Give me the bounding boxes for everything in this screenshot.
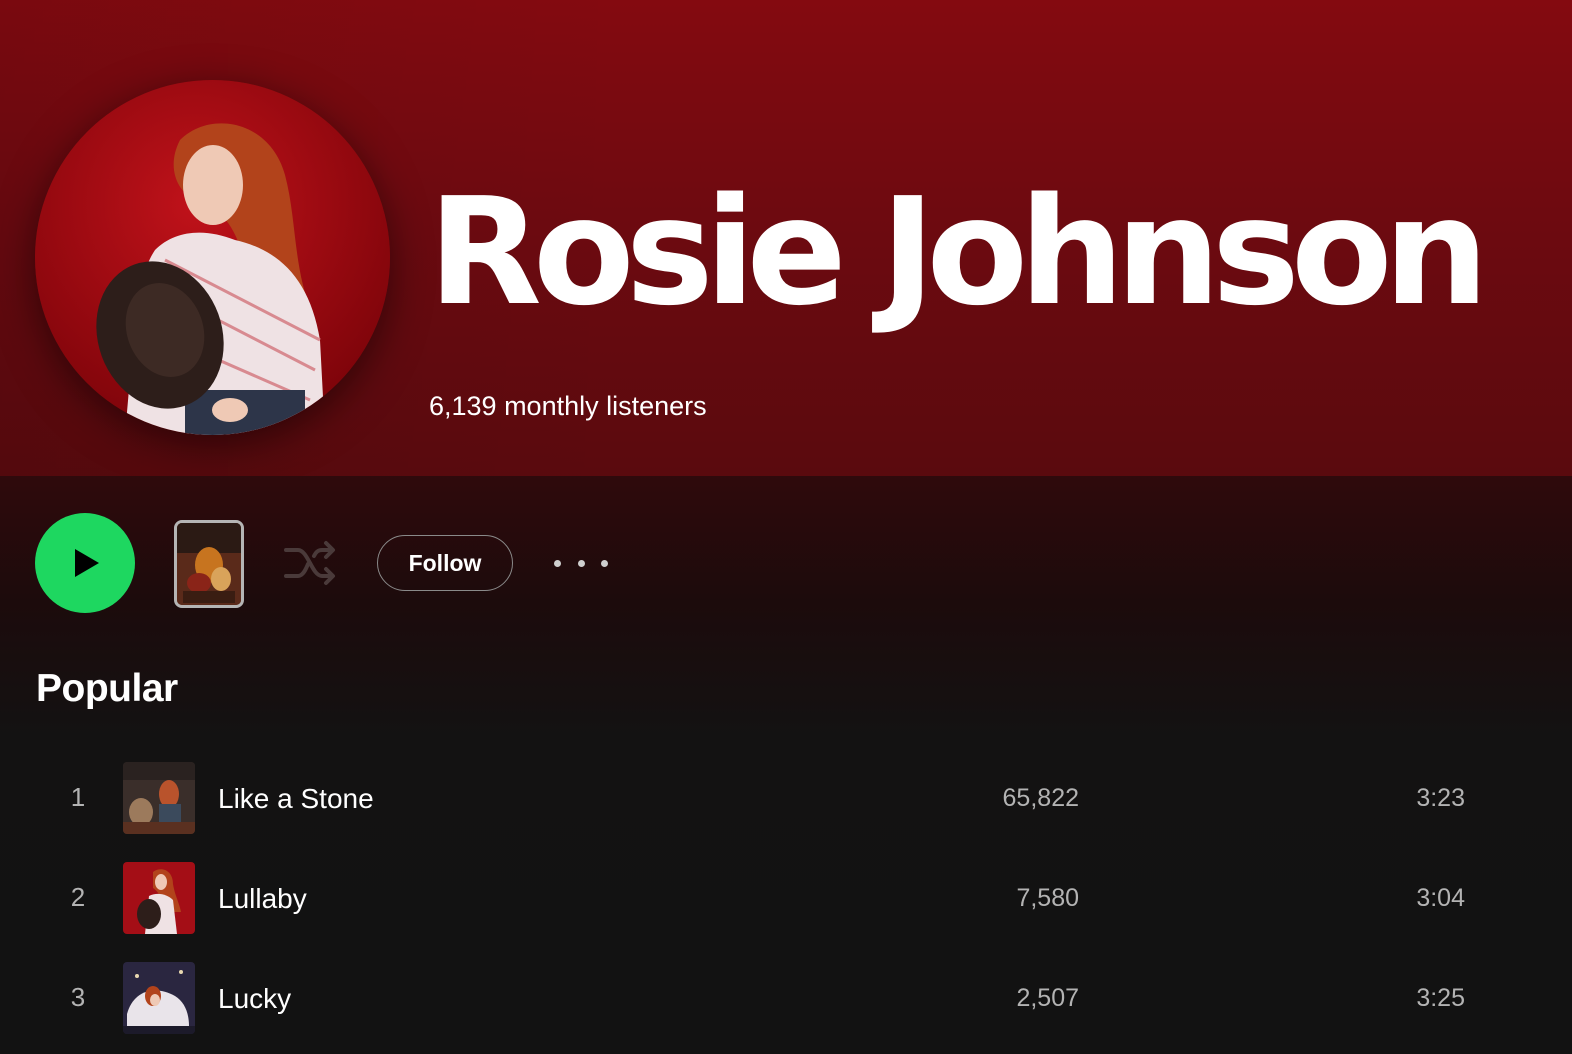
more-horizontal-icon xyxy=(601,559,608,567)
track-row[interactable]: 1 Like a Stone 65,822 3:23 xyxy=(0,762,1572,836)
track-thumbnail xyxy=(123,962,195,1034)
track-duration: 3:25 xyxy=(1416,984,1465,1012)
track-duration: 3:23 xyxy=(1416,784,1465,812)
follow-button[interactable]: Follow xyxy=(377,535,513,591)
track-thumbnail xyxy=(123,762,195,834)
shuffle-button[interactable] xyxy=(282,538,340,588)
track-number: 3 xyxy=(70,982,86,1012)
track-title[interactable]: Like a Stone xyxy=(218,783,374,815)
track-title[interactable]: Lucky xyxy=(218,983,291,1015)
shuffle-icon xyxy=(284,541,335,585)
play-icon xyxy=(75,549,99,577)
track-duration: 3:04 xyxy=(1416,884,1465,912)
track-number: 1 xyxy=(70,782,86,812)
track-thumbnail xyxy=(123,862,195,934)
album-art-icon xyxy=(177,523,241,605)
play-button[interactable] xyxy=(35,513,135,613)
track-row[interactable]: 3 Lucky 2,507 3:25 xyxy=(0,962,1572,1036)
track-number: 2 xyxy=(70,882,86,912)
artist-avatar xyxy=(35,80,390,435)
track-play-count: 65,822 xyxy=(1002,784,1079,812)
track-row[interactable]: 2 Lullaby 7,580 3:04 xyxy=(0,862,1572,936)
artist-header: Rosie Johnson 6,139 monthly listeners xyxy=(0,0,1572,476)
more-horizontal-icon xyxy=(577,559,585,567)
monthly-listeners: 6,139 monthly listeners xyxy=(429,391,707,421)
track-play-count: 7,580 xyxy=(1016,884,1079,912)
preview-cover-button[interactable] xyxy=(174,520,244,608)
track-title[interactable]: Lullaby xyxy=(218,883,307,915)
track-play-count: 2,507 xyxy=(1016,984,1079,1012)
artist-name: Rosie Johnson xyxy=(428,166,1489,338)
more-options-button[interactable] xyxy=(554,550,608,576)
more-horizontal-icon xyxy=(554,559,561,567)
popular-section-title: Popular xyxy=(36,667,178,710)
